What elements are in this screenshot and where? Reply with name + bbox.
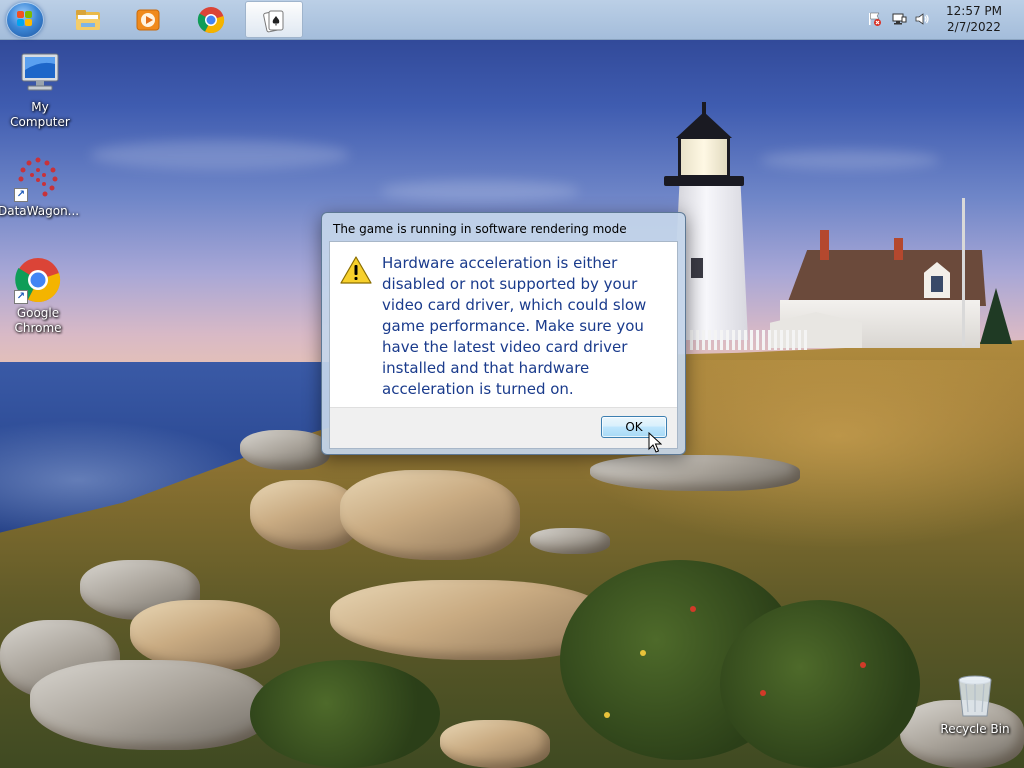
wallpaper-flower (690, 606, 696, 612)
desktop-icon-label: DataWagon... (0, 204, 80, 218)
shortcut-arrow-icon: ↗ (14, 290, 28, 304)
action-center-flag-icon[interactable] (866, 11, 882, 27)
wallpaper-cloud (90, 140, 350, 170)
wallpaper-rock (590, 455, 800, 491)
wallpaper-rock (440, 720, 550, 768)
wallpaper-flower (760, 690, 766, 696)
taskbar: 12:57 PM 2/7/2022 (0, 0, 1024, 40)
dialog-content: Hardware acceleration is either disabled… (329, 241, 678, 449)
desktop-screen: 12:57 PM 2/7/2022 My Computer ↗ DataWago… (0, 0, 1024, 768)
folder-icon (76, 10, 100, 30)
lighthouse-spire (702, 102, 706, 116)
desktop-icon-my-computer[interactable]: My Computer (0, 50, 80, 130)
wallpaper-rock (530, 528, 610, 554)
chrome-icon (197, 7, 225, 34)
desktop-icon-datawagon[interactable]: ↗ DataWagon... (0, 154, 80, 219)
wallpaper-rock (240, 430, 330, 470)
taskbar-chrome[interactable] (183, 1, 241, 38)
volume-icon[interactable] (914, 11, 930, 27)
network-icon[interactable] (891, 11, 907, 27)
taskbar-media-player[interactable] (120, 1, 178, 38)
wallpaper-flagpole (962, 198, 965, 346)
wallpaper-fence (690, 330, 810, 350)
wallpaper-flower (604, 712, 610, 718)
windows-logo-icon (17, 11, 33, 27)
wallpaper-flower (640, 650, 646, 656)
taskbar-solitaire[interactable] (245, 1, 303, 38)
taskbar-clock[interactable]: 12:57 PM 2/7/2022 (944, 3, 1004, 35)
clock-time: 12:57 PM (946, 4, 1002, 18)
shortcut-arrow-icon: ↗ (14, 188, 28, 202)
dialog-message: Hardware acceleration is either disabled… (382, 254, 647, 398)
wallpaper-cloud (760, 150, 940, 170)
desktop-icon-label: Google Chrome (14, 306, 62, 335)
wallpaper-bush (250, 660, 440, 768)
solitaire-cards-icon (263, 10, 284, 33)
desktop-icon-recycle-bin[interactable]: Recycle Bin (935, 672, 1015, 737)
desktop-icon-label: Recycle Bin (940, 722, 1010, 736)
warning-icon (340, 256, 372, 284)
datawagon-icon: ↗ (14, 154, 62, 202)
computer-icon (16, 50, 64, 98)
wallpaper-rock (30, 660, 270, 750)
house-chimney (894, 238, 903, 260)
chrome-icon: ↗ (14, 256, 62, 304)
media-player-icon (136, 9, 160, 31)
taskbar-file-explorer[interactable] (60, 1, 118, 38)
wallpaper-bush (720, 600, 920, 768)
house-dormer-window (931, 276, 943, 292)
wallpaper-rock (340, 470, 520, 560)
house-chimney (820, 230, 829, 260)
software-rendering-dialog: The game is running in software renderin… (321, 212, 686, 455)
wallpaper-cloud (380, 180, 580, 202)
house-roof (786, 250, 986, 306)
lighthouse-window (691, 258, 703, 278)
desktop-icon-label: My Computer (10, 100, 70, 129)
dialog-footer: OK (330, 407, 677, 448)
lighthouse-lantern (678, 136, 730, 178)
mouse-cursor-icon (648, 432, 662, 453)
recycle-bin-icon (951, 672, 999, 720)
desktop-icon-google-chrome[interactable]: ↗ Google Chrome (0, 256, 78, 336)
clock-date: 2/7/2022 (947, 20, 1001, 34)
dialog-title: The game is running in software renderin… (333, 222, 627, 236)
start-button[interactable] (6, 2, 44, 38)
wallpaper-flower (860, 662, 866, 668)
